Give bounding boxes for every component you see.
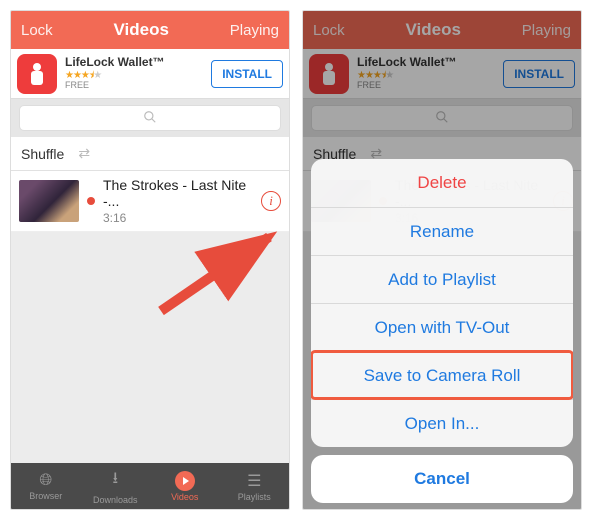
info-icon[interactable]: i (261, 191, 281, 211)
video-duration: 3:16 (103, 211, 253, 225)
screenshot-right: Lock Videos Playing LifeLock Wallet™ ★★★… (302, 10, 582, 510)
tab-bar: 🌐︎ Browser ⭳ Downloads Videos ☰ Playlist… (11, 463, 289, 509)
tab-label: Browser (29, 491, 62, 501)
nav-lock-button[interactable]: Lock (21, 22, 53, 39)
tab-label: Playlists (238, 492, 271, 502)
video-title: The Strokes - Last Nite -... (103, 177, 253, 209)
nav-playing-button[interactable]: Playing (230, 22, 279, 39)
sheet-cancel[interactable]: Cancel (311, 455, 573, 503)
video-list: The Strokes - Last Nite -... 3:16 i (11, 171, 289, 232)
globe-icon: 🌐︎ (39, 472, 52, 490)
search-input[interactable] (19, 105, 281, 131)
tab-label: Videos (171, 492, 198, 502)
tab-label: Downloads (93, 495, 138, 505)
ad-title: LifeLock Wallet™ (65, 56, 203, 69)
ad-text: LifeLock Wallet™ ★★★⯨★ FREE (65, 56, 203, 90)
shuffle-icon: ⇄ (78, 145, 90, 162)
lifelock-person-icon (17, 54, 57, 94)
sheet-save-camera-roll[interactable]: Save to Camera Roll (311, 351, 573, 399)
sheet-rename[interactable]: Rename (311, 207, 573, 255)
list-icon: ☰ (247, 471, 261, 491)
ad-rating-stars: ★★★⯨★ (65, 70, 203, 81)
search-icon (143, 110, 157, 127)
tab-downloads[interactable]: ⭳ Downloads (81, 463, 151, 509)
sheet-tv-out[interactable]: Open with TV-Out (311, 303, 573, 351)
sheet-open-in[interactable]: Open In... (311, 399, 573, 447)
ad-banner[interactable]: LifeLock Wallet™ ★★★⯨★ FREE INSTALL (11, 49, 289, 99)
screenshot-left: Lock Videos Playing LifeLock Wallet™ ★★★… (10, 10, 290, 510)
nav-title: Videos (114, 20, 169, 40)
nav-bar: Lock Videos Playing (11, 11, 289, 49)
shuffle-row[interactable]: Shuffle ⇄ (11, 137, 289, 171)
play-icon (175, 471, 195, 491)
action-sheet: Delete Rename Add to Playlist Open with … (311, 159, 573, 503)
video-thumbnail (19, 180, 79, 222)
ad-price: FREE (65, 81, 203, 91)
sheet-delete[interactable]: Delete (311, 159, 573, 207)
shuffle-label: Shuffle (21, 146, 64, 162)
tab-videos[interactable]: Videos (150, 463, 220, 509)
download-icon: ⭳ (112, 467, 118, 494)
sheet-add-playlist[interactable]: Add to Playlist (311, 255, 573, 303)
tab-browser[interactable]: 🌐︎ Browser (11, 463, 81, 509)
list-item[interactable]: The Strokes - Last Nite -... 3:16 i (11, 171, 289, 232)
callout-arrow-icon (151, 231, 290, 321)
install-button[interactable]: INSTALL (211, 60, 283, 88)
tab-playlists[interactable]: ☰ Playlists (220, 463, 290, 509)
now-playing-dot-icon (87, 197, 95, 205)
